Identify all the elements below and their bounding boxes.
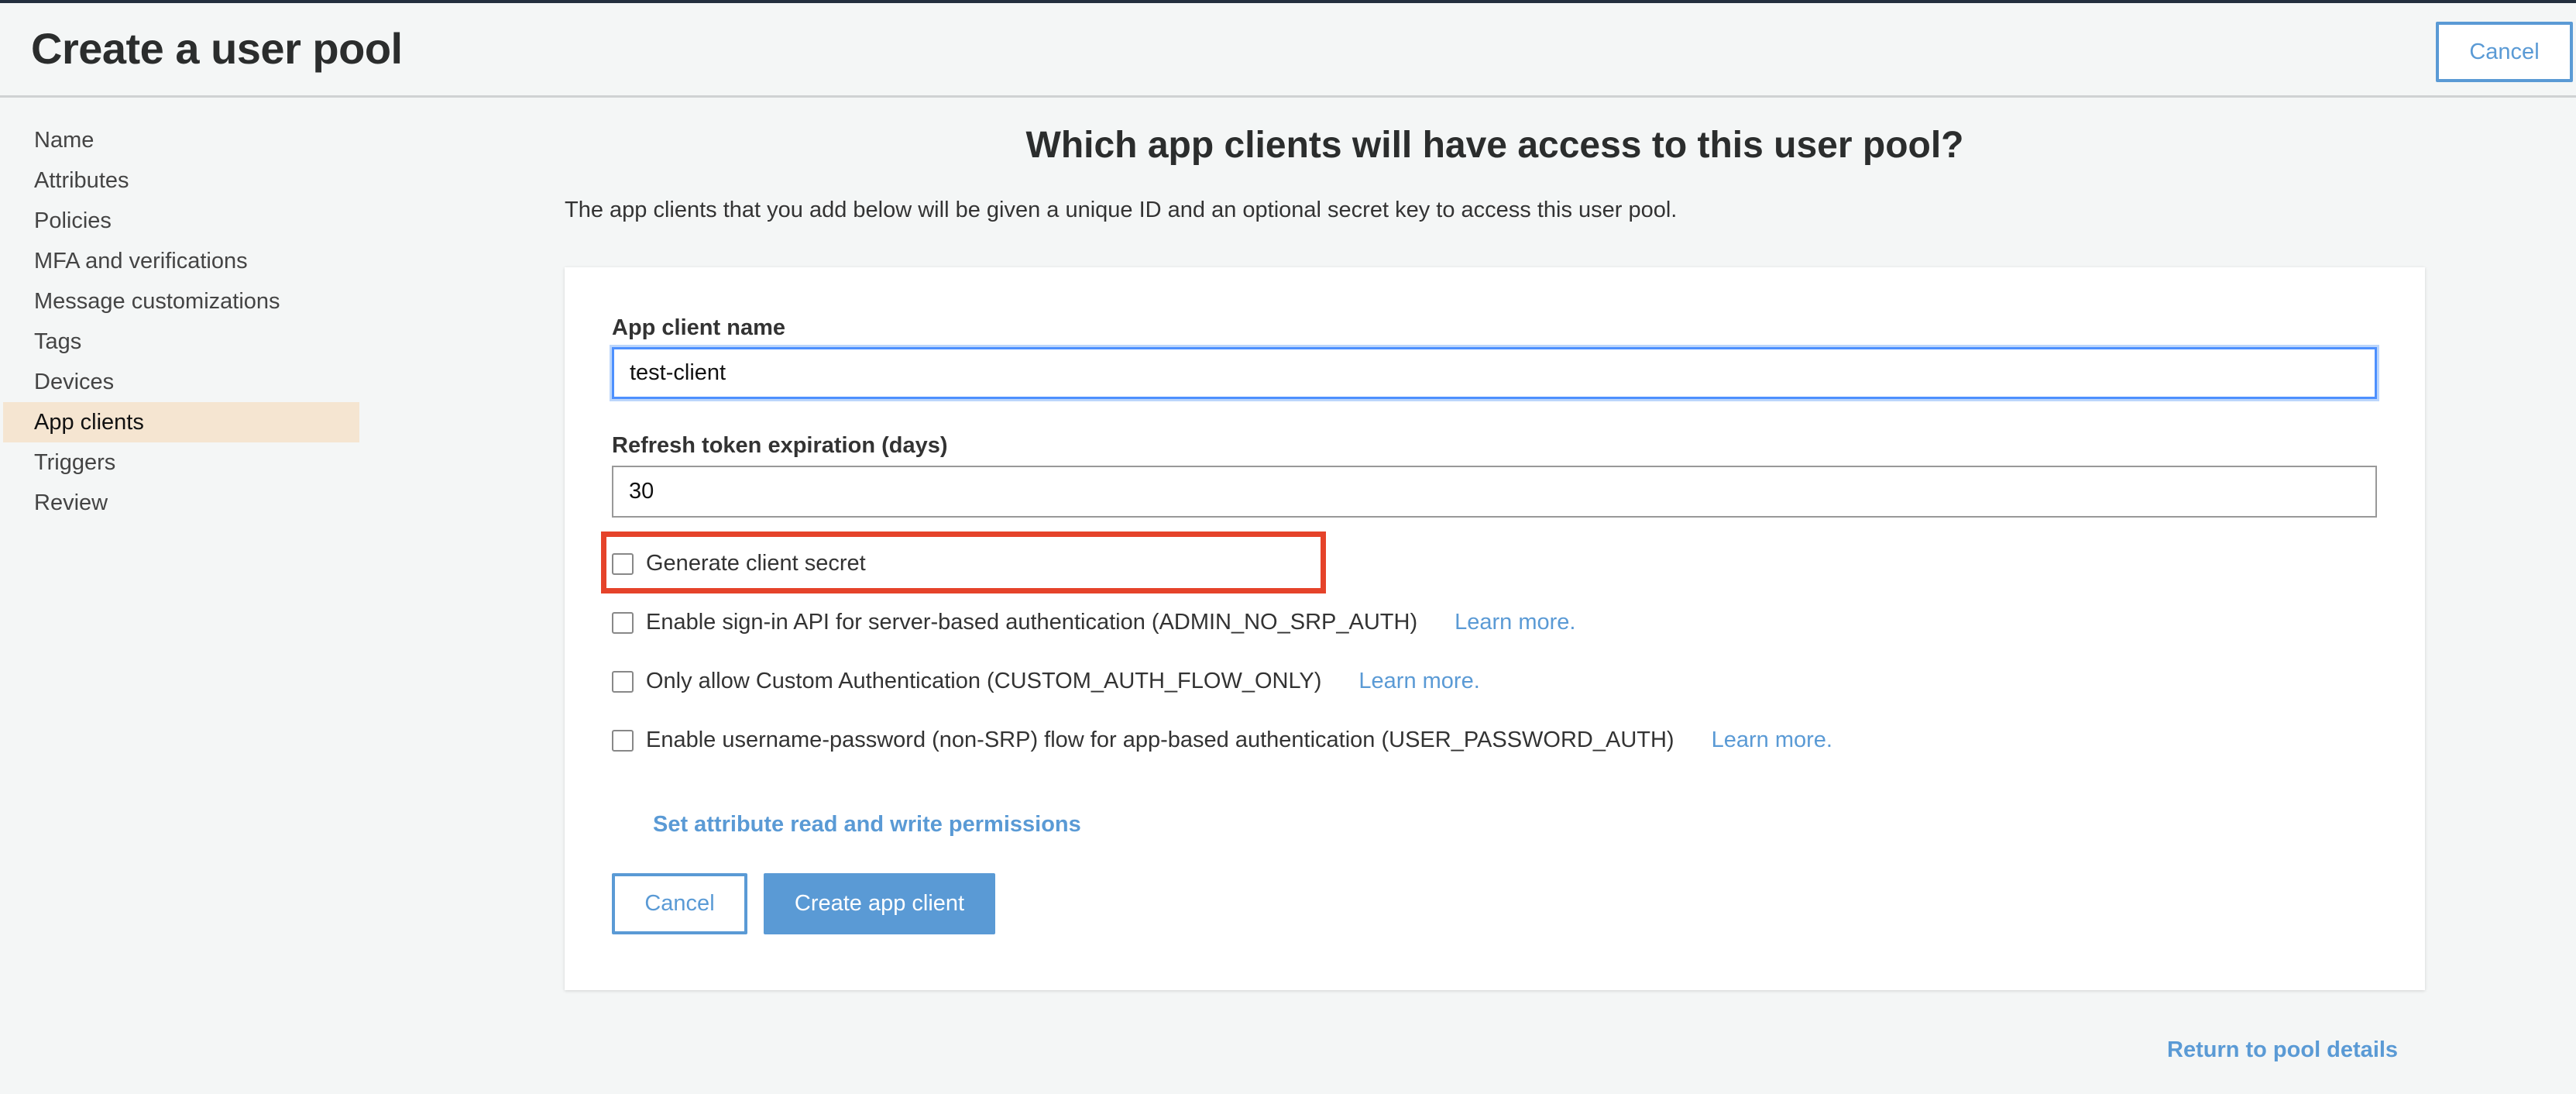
- option-label: Only allow Custom Authentication (CUSTOM…: [646, 669, 1322, 693]
- option-custom-auth-flow-only: Only allow Custom Authentication (CUSTOM…: [612, 669, 1480, 694]
- admin-no-srp-auth-checkbox[interactable]: [612, 611, 634, 634]
- main-heading: Which app clients will have access to th…: [1025, 125, 1964, 166]
- generate-client-secret-checkbox[interactable]: [612, 552, 634, 575]
- main-description: The app clients that you add below will …: [565, 198, 1678, 222]
- sidebar-item-triggers[interactable]: Triggers: [3, 442, 359, 483]
- refresh-token-input[interactable]: [612, 466, 2377, 518]
- option-label: Generate client secret: [646, 551, 866, 576]
- page-title: Create a user pool: [31, 24, 403, 73]
- set-attribute-permissions-link[interactable]: Set attribute read and write permissions: [653, 812, 1081, 838]
- sidebar-item-message-customizations[interactable]: Message customizations: [3, 281, 359, 322]
- learn-more-link[interactable]: Learn more.: [1358, 669, 1479, 694]
- app-client-name-input[interactable]: [612, 347, 2377, 399]
- option-generate-client-secret: Generate client secret: [612, 551, 866, 576]
- option-user-password-auth: Enable username-password (non-SRP) flow …: [612, 728, 1832, 753]
- sidebar-nav: Name Attributes Policies MFA and verific…: [3, 120, 359, 523]
- app-client-name-label: App client name: [612, 315, 785, 340]
- header-cancel-button[interactable]: Cancel: [2436, 22, 2573, 82]
- sidebar-item-attributes[interactable]: Attributes: [3, 160, 359, 201]
- option-label: Enable username-password (non-SRP) flow …: [646, 728, 1674, 752]
- learn-more-link[interactable]: Learn more.: [1455, 610, 1575, 635]
- app-client-form-card: App client name Refresh token expiration…: [565, 267, 2425, 990]
- sidebar-item-name[interactable]: Name: [3, 120, 359, 160]
- sidebar-item-app-clients[interactable]: App clients: [3, 402, 359, 442]
- custom-auth-flow-only-checkbox[interactable]: [612, 670, 634, 693]
- sidebar-item-review[interactable]: Review: [3, 483, 359, 523]
- option-label: Enable sign-in API for server-based auth…: [646, 610, 1418, 635]
- refresh-token-label: Refresh token expiration (days): [612, 433, 948, 458]
- sidebar-item-policies[interactable]: Policies: [3, 201, 359, 241]
- sidebar-item-mfa[interactable]: MFA and verifications: [3, 241, 359, 281]
- form-cancel-button[interactable]: Cancel: [612, 873, 747, 934]
- sidebar-item-tags[interactable]: Tags: [3, 322, 359, 362]
- return-to-pool-details-link[interactable]: Return to pool details: [2167, 1037, 2398, 1063]
- create-app-client-button[interactable]: Create app client: [764, 873, 995, 934]
- page-header: Create a user pool Cancel: [0, 3, 2576, 98]
- option-admin-no-srp-auth: Enable sign-in API for server-based auth…: [612, 610, 1575, 635]
- user-password-auth-checkbox[interactable]: [612, 729, 634, 752]
- learn-more-link[interactable]: Learn more.: [1712, 728, 1832, 753]
- sidebar-item-devices[interactable]: Devices: [3, 362, 359, 402]
